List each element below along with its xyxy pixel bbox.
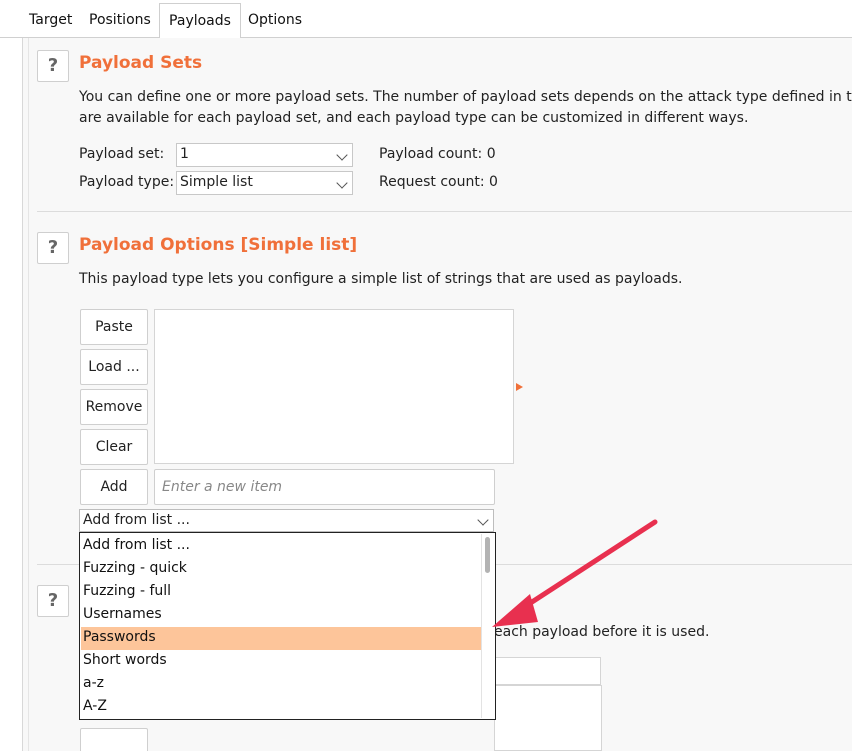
help-icon[interactable]: ?: [37, 50, 69, 82]
tab-target[interactable]: Target: [29, 6, 72, 38]
payload-type-select[interactable]: Simple list: [176, 171, 353, 195]
dropdown-item[interactable]: Add from list ...: [81, 535, 481, 558]
section-divider: [37, 211, 852, 212]
request-count: Request count: 0: [379, 174, 498, 190]
payload-sets-title: Payload Sets: [79, 53, 203, 73]
payload-options-title: Payload Options [Simple list]: [79, 235, 358, 255]
payload-type-label: Payload type:: [79, 174, 175, 190]
new-item-input[interactable]: Enter a new item: [154, 469, 495, 505]
dropdown-item-selected[interactable]: Passwords: [81, 627, 481, 650]
expand-arrow-icon[interactable]: [516, 383, 523, 391]
chevron-down-icon: [336, 177, 348, 189]
payload-set-select[interactable]: 1: [176, 143, 353, 167]
payload-options-desc: This payload type lets you configure a s…: [79, 271, 683, 287]
payload-set-label: Payload set:: [79, 146, 165, 162]
dropdown-item[interactable]: Short words: [81, 650, 481, 673]
payload-sets-desc-line1: You can define one or more payload sets.…: [79, 89, 852, 105]
dropdown-item[interactable]: A-Z: [81, 696, 481, 719]
payload-sets-desc-line2: are available for each payload set, and …: [79, 110, 749, 126]
tab-bar: Target Positions Payloads Options: [0, 0, 852, 39]
processing-rule-list[interactable]: [494, 685, 602, 751]
add-rule-button[interactable]: [80, 728, 148, 751]
chevron-down-icon: [336, 149, 348, 161]
dropdown-item[interactable]: Fuzzing - full: [81, 581, 481, 604]
annotation-arrow-icon: [492, 519, 658, 627]
payload-count: Payload count: 0: [379, 146, 496, 162]
tab-positions[interactable]: Positions: [89, 6, 151, 38]
payload-type-value: Simple list: [180, 174, 253, 190]
tab-options[interactable]: Options: [248, 6, 302, 38]
add-from-list-select[interactable]: Add from list ...: [79, 509, 494, 532]
processing-rule-header: [494, 657, 601, 685]
dropdown-item[interactable]: Usernames: [81, 604, 481, 627]
load-button[interactable]: Load ...: [80, 349, 148, 385]
remove-button[interactable]: Remove: [80, 389, 148, 425]
paste-button[interactable]: Paste: [80, 309, 148, 345]
add-from-list-dropdown[interactable]: Add from list ... Fuzzing - quick Fuzzin…: [79, 532, 496, 720]
payload-list[interactable]: [154, 309, 514, 464]
add-from-list-value: Add from list ...: [83, 512, 190, 528]
dropdown-item[interactable]: a-z: [81, 673, 481, 696]
help-icon[interactable]: ?: [37, 232, 69, 264]
payload-set-value: 1: [180, 146, 189, 162]
tab-payloads[interactable]: Payloads: [159, 3, 241, 39]
add-button[interactable]: Add: [80, 469, 148, 505]
dropdown-item[interactable]: Fuzzing - quick: [81, 558, 481, 581]
clear-button[interactable]: Clear: [80, 429, 148, 465]
help-icon[interactable]: ?: [37, 585, 69, 617]
